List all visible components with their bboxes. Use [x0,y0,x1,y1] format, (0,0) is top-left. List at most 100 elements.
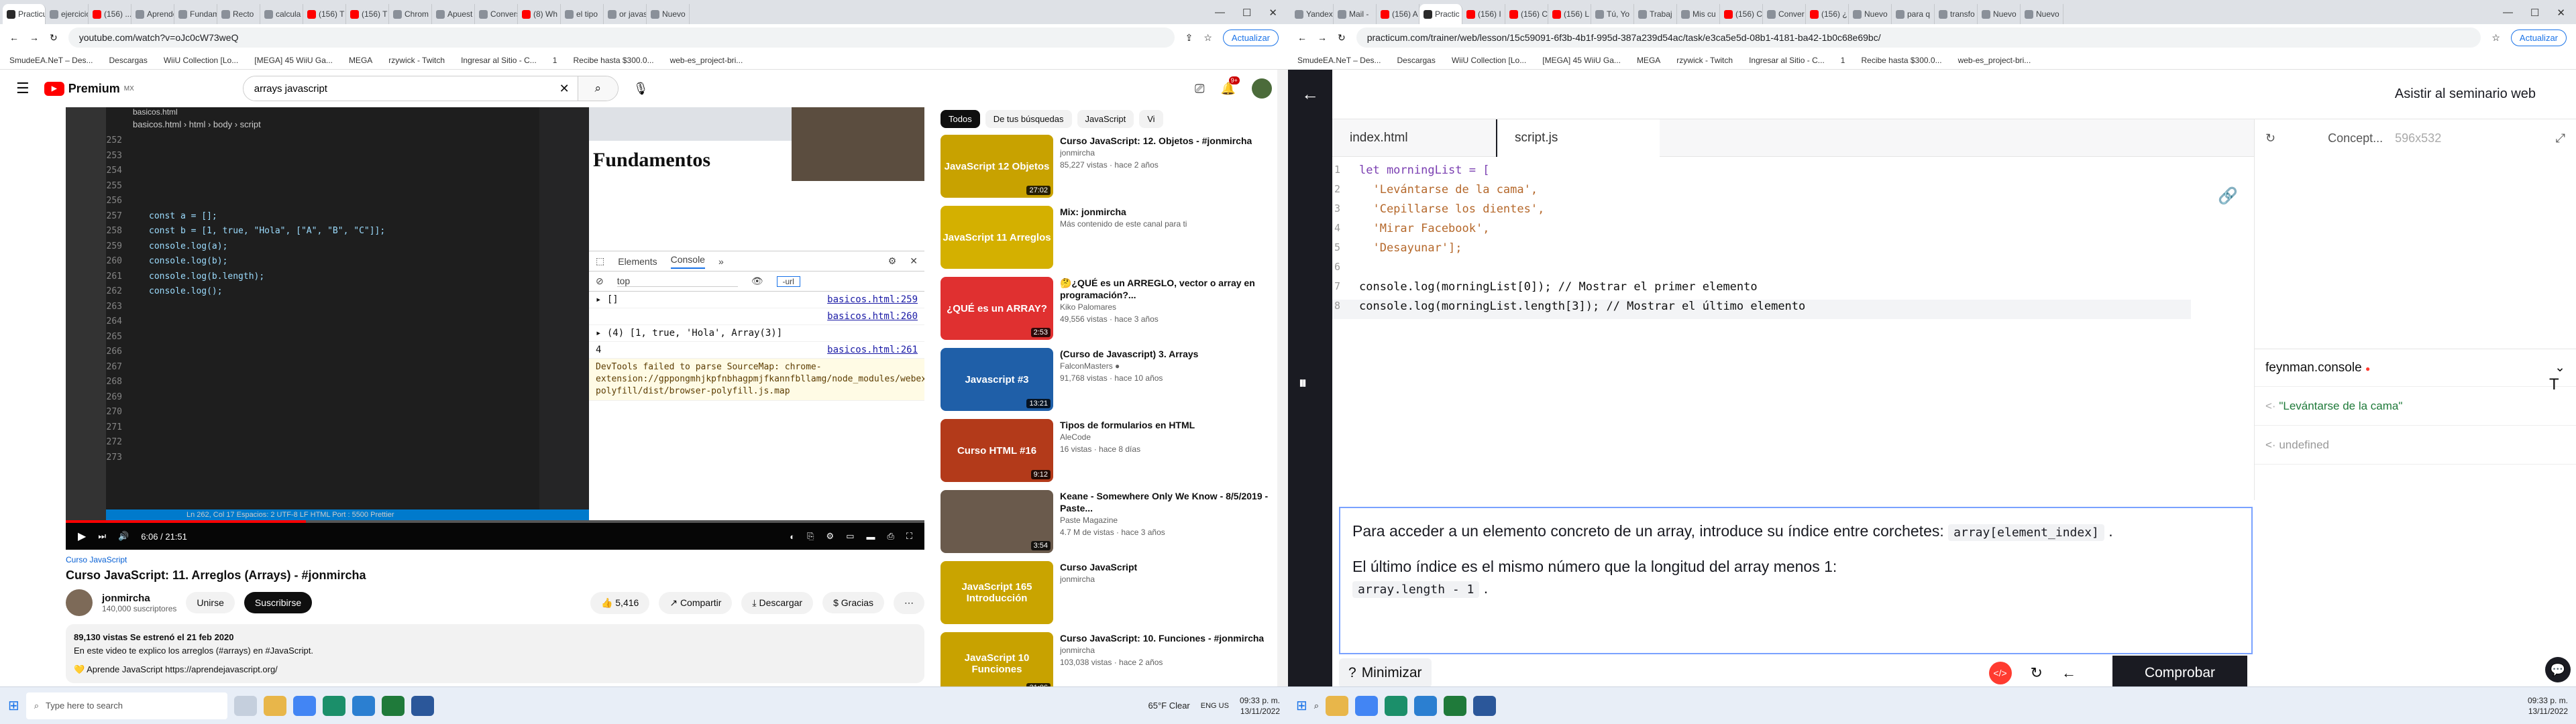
autoplay-toggle[interactable]: ◐ [790,532,795,542]
join-button[interactable]: Unirse [186,592,235,613]
video-thumbnail[interactable]: ¿QUÉ es un ARRAY? 2:53 [941,277,1053,340]
minimize-icon[interactable]: — [1215,7,1225,19]
bookmark-item[interactable]: MEGA [349,56,372,65]
clear-search-icon[interactable]: ✕ [551,82,578,96]
next-icon[interactable]: ⏭ [98,531,106,542]
browser-tab[interactable]: (156) T [303,4,346,24]
browser-tab[interactable]: Mis cu [1677,4,1720,24]
bookmark-item[interactable]: WiiU Collection [Lo... [1452,56,1526,65]
bookmark-item[interactable]: web-es_project-bri... [1958,56,2031,65]
browser-tab[interactable]: Conver [1763,4,1806,24]
video-player[interactable]: basicos.html basicos.html › html › body … [66,107,924,550]
download-button[interactable]: ⤓ Descargar [741,591,814,614]
word-icon[interactable] [1473,695,1497,716]
browser-tab[interactable]: (156) C [1720,4,1763,24]
browser-tab[interactable]: Nuevo [1849,4,1892,24]
browser-tab[interactable]: Practicu [3,4,46,24]
like-button[interactable]: 👍 5,416 [590,591,650,614]
windows-start-icon[interactable]: ⊞ [8,697,19,714]
browser-tab[interactable]: Convers [475,4,518,24]
browser-tab[interactable]: Nuevo [2021,4,2063,24]
code-area[interactable]: 1 let morningList = [2 'Levántarse de la … [1332,164,2191,319]
browser-tab[interactable]: el tipo [561,4,604,24]
console-header[interactable]: feynman.console ● ⌄ [2255,349,2576,387]
reset-icon[interactable]: ↻ [2031,664,2043,682]
forward-icon[interactable]: → [30,32,39,43]
miniplayer-icon[interactable]: ▭ [846,531,854,542]
chrome-icon[interactable] [292,695,316,716]
more-tabs-icon[interactable]: » [718,256,724,267]
update-button[interactable]: Actualizar [2510,29,2567,46]
browser-tab[interactable]: ejercicio [46,4,89,24]
related-video[interactable]: Javascript #3 13:21 (Curso de Javascript) … [941,348,1276,412]
related-video[interactable]: Curso HTML #16 9:12 Tipos de formularios e… [941,419,1276,483]
browser-tab[interactable]: transfo [1935,4,1978,24]
url-field[interactable]: practicum.com/trainer/web/lesson/15c5909… [1356,27,2481,48]
video-thumbnail[interactable]: Curso HTML #16 9:12 [941,419,1053,482]
notifications-icon[interactable]: 🔔 9+ [1221,76,1240,96]
language[interactable]: ENG US [1201,702,1229,710]
channel-avatar[interactable] [66,589,93,616]
undo-icon[interactable]: ← [2061,664,2076,682]
bookmark-item[interactable]: 1 [553,56,557,65]
tab-elements[interactable]: Elements [618,256,657,267]
video-thumbnail[interactable]: JavaScript 10 Funciones31:06 [941,632,1053,695]
related-video[interactable]: JavaScript 11 Arreglos Mix: jonmircha Más … [941,206,1276,270]
more-actions-button[interactable]: ⋯ [894,591,924,614]
menu-icon[interactable]: ☰ [16,80,30,97]
browser-tab[interactable]: (156) L [1548,4,1591,24]
clock[interactable]: 09:33 p. m. 13/11/2022 [1240,695,1280,717]
bookmark-item[interactable]: Descargas [1397,56,1436,65]
filter-chip[interactable]: Todos [941,110,980,128]
excel-icon[interactable] [381,695,405,716]
bookmark-item[interactable]: rzywick - Twitch [388,56,445,65]
check-button[interactable]: Comprobar [2112,656,2247,690]
filter-chip[interactable]: JavaScript [1077,110,1134,128]
bookmark-item[interactable]: MEGA [1637,56,1660,65]
inspect-icon[interactable]: ⬚ [596,255,604,267]
expand-icon[interactable]: ⤢ [2556,131,2565,145]
filter-input[interactable]: -url [776,276,800,287]
account-avatar[interactable] [1252,78,1272,99]
browser-tab[interactable]: Nuevo [1978,4,2021,24]
bookmark-item[interactable]: Ingresar al Sitio - C... [461,56,537,65]
browser-tab[interactable]: (156) T [346,4,389,24]
explorer-icon[interactable] [263,695,286,716]
chrome-icon[interactable] [1355,695,1379,716]
eye-icon[interactable]: 👁 [751,276,763,287]
video-thumbnail[interactable]: Javascript #3 13:21 [941,348,1053,411]
related-video[interactable]: 3:54 Keane - Somewhere Only We Know - 8/5… [941,490,1276,554]
webinar-link[interactable]: Asistir al seminario web [2395,86,2536,102]
chevron-down-icon[interactable]: ⌄ [2555,360,2565,375]
youtube-logo[interactable]: ▶ Premium MX [44,81,134,96]
maximize-icon[interactable]: ☐ [1242,7,1251,19]
windows-start-icon[interactable]: ⊞ [1296,697,1307,714]
filter-chip[interactable]: De tus búsquedas [985,110,1072,128]
related-video[interactable]: JavaScript 165 Introducción Curso JavaScr… [941,561,1276,625]
browser-tab[interactable]: Aprende [131,4,174,24]
close-icon[interactable]: ✕ [910,255,918,267]
bookmark-item[interactable]: Descargas [109,56,148,65]
back-icon[interactable]: ← [1297,32,1307,43]
browser-tab[interactable]: (156) A [1377,4,1419,24]
voice-search-icon[interactable]: 🎙 [633,82,649,96]
browser-tab[interactable]: para q [1892,4,1935,24]
browser-tab[interactable]: or javas [604,4,647,24]
share-icon[interactable]: ⇪ [1185,32,1193,44]
url-field[interactable]: youtube.com/watch?v=oJc0cW73weQ [68,27,1175,48]
browser-tab[interactable]: Trabaj [1634,4,1677,24]
subtitles-icon[interactable]: ⎘ [807,531,814,542]
weather[interactable]: 65°F Clear [1148,701,1189,711]
video-thumbnail[interactable]: JavaScript 12 Objetos 27:02 [941,135,1053,198]
text-size-icon[interactable]: T [2549,375,2559,394]
subscribe-button[interactable]: Suscribirse [244,592,313,613]
pause-icon[interactable]: ⏸ [1299,374,1307,393]
console-source-link[interactable]: basicos.html:261 [827,345,918,355]
browser-tab[interactable]: Practic [1419,4,1462,24]
word-icon[interactable] [411,695,434,716]
tab-script-js[interactable]: script.js [1496,119,1660,157]
playlist-link[interactable]: Curso JavaScript [66,555,924,564]
reload-icon[interactable]: ↻ [1338,32,1346,44]
browser-tab[interactable]: (156) C [1505,4,1548,24]
video-thumbnail[interactable]: JavaScript 11 Arreglos [941,206,1053,269]
